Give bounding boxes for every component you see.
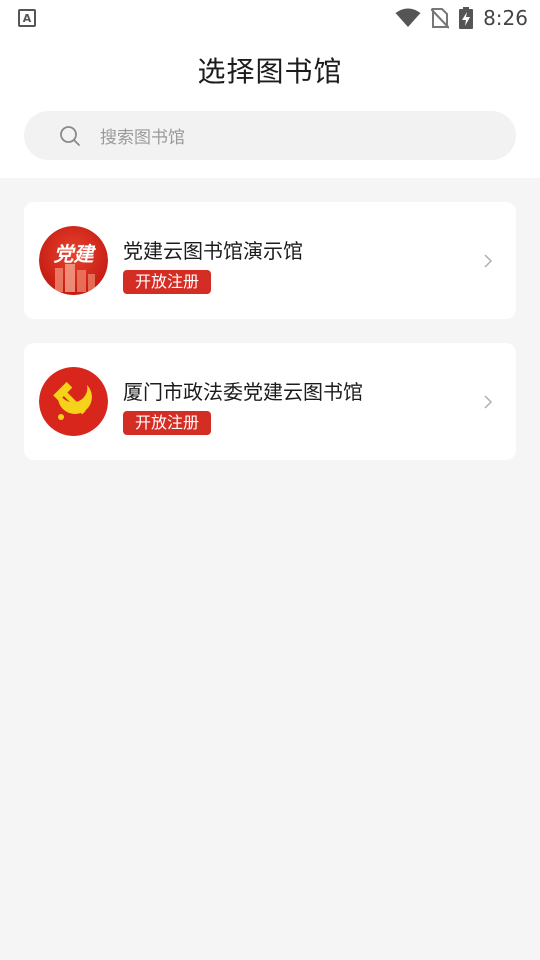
library-name: 厦门市政法委党建云图书馆: [123, 380, 363, 404]
wifi-icon: [395, 8, 421, 27]
page-title: 选择图书馆: [197, 55, 343, 88]
status-bar: A 8:26: [0, 0, 540, 36]
library-name: 党建云图书馆演示馆: [123, 239, 303, 263]
chevron-right-icon: [484, 395, 493, 409]
status-time: 8:26: [483, 6, 528, 30]
status-bar-right: 8:26: [395, 6, 528, 30]
library-card-xiamen[interactable]: 厦门市政法委党建云图书馆 开放注册: [24, 343, 516, 460]
header: 选择图书馆 搜索图书馆: [0, 36, 540, 178]
search-icon: [60, 125, 80, 146]
chevron-right-icon: [484, 254, 493, 268]
svg-text:党建: 党建: [54, 242, 97, 266]
search-placeholder: 搜索图书馆: [100, 128, 185, 148]
hammer-sickle-icon: [39, 367, 108, 436]
battery-charging-icon: [459, 7, 474, 29]
status-badge: 开放注册: [123, 411, 212, 435]
status-bar-left: A: [18, 9, 36, 27]
search-input[interactable]: 搜索图书馆: [24, 111, 516, 160]
library-card-dangjian-demo[interactable]: 党建 党建云图书馆演示馆 开放注册: [24, 202, 516, 319]
notification-a-icon: A: [18, 9, 36, 27]
no-sim-icon: [431, 8, 450, 29]
status-badge: 开放注册: [123, 270, 212, 294]
dangjian-logo-icon: 党建: [39, 226, 108, 295]
